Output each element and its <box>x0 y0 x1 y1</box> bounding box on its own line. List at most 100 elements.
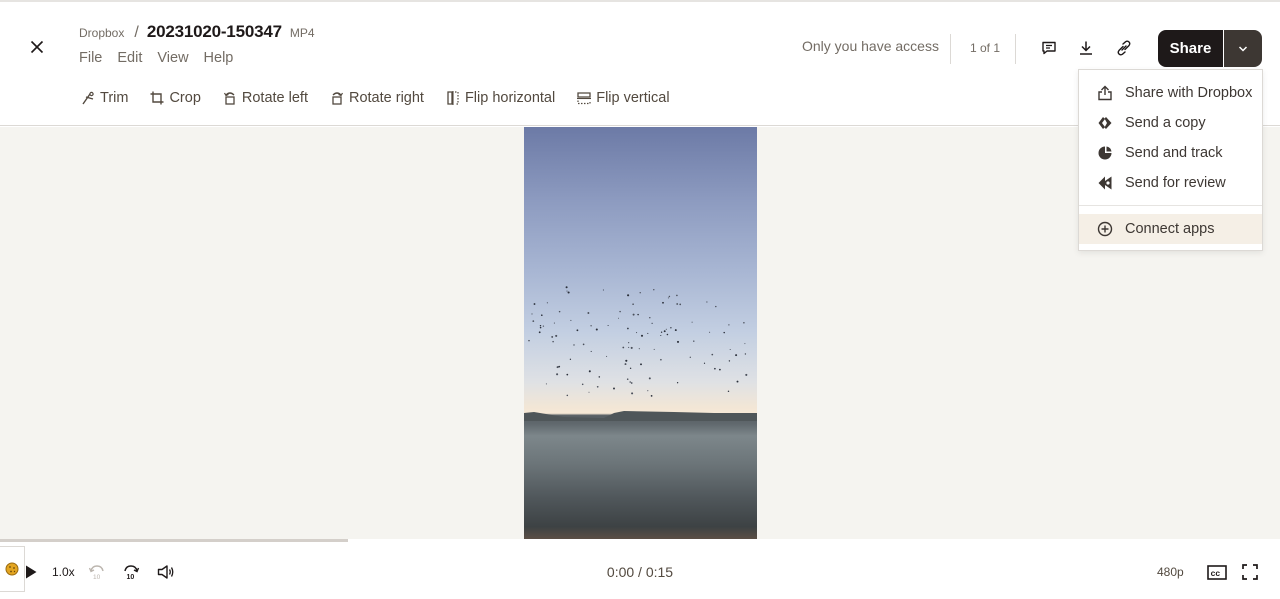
bird <box>625 359 628 362</box>
close-button[interactable] <box>26 36 48 58</box>
bird <box>691 321 693 323</box>
rotate-right-button[interactable]: Rotate right <box>330 90 424 106</box>
bird <box>639 292 641 294</box>
bird <box>703 362 706 364</box>
bird <box>595 328 598 331</box>
menu-item-send-and-track[interactable]: Send and track <box>1079 138 1262 168</box>
video-frame[interactable] <box>524 127 757 539</box>
flip-vertical-button[interactable]: Flip vertical <box>577 90 670 106</box>
bird <box>555 334 558 337</box>
bird <box>637 313 639 316</box>
copy-link-button[interactable] <box>1113 37 1135 59</box>
menu-bar: File Edit View Help <box>79 50 248 66</box>
flip-horizontal-button[interactable]: Flip horizontal <box>446 90 555 106</box>
breadcrumb-root[interactable]: Dropbox <box>79 26 124 40</box>
bird <box>660 334 662 337</box>
bird <box>627 327 629 330</box>
time-display: 0:00 / 0:15 <box>606 564 674 580</box>
close-icon <box>30 40 44 54</box>
file-name[interactable]: 20231020-150347 <box>147 22 282 42</box>
bird <box>631 392 634 395</box>
captions-button[interactable]: cc <box>1206 563 1228 581</box>
share-options-toggle[interactable] <box>1224 30 1262 67</box>
bird <box>590 325 592 327</box>
access-status[interactable]: Only you have access <box>802 38 939 54</box>
bird <box>556 366 559 369</box>
bird <box>636 332 638 334</box>
bird <box>640 363 642 366</box>
menu-help[interactable]: Help <box>204 50 234 66</box>
bird <box>662 301 664 304</box>
bird <box>709 331 711 333</box>
bird <box>539 326 542 329</box>
download-button[interactable] <box>1075 37 1097 59</box>
bird <box>576 329 579 332</box>
bird <box>728 324 730 326</box>
bird <box>628 342 630 344</box>
rotate-left-label: Rotate left <box>241 90 308 106</box>
bird <box>651 322 653 324</box>
bird <box>711 353 714 356</box>
bird <box>689 356 691 358</box>
bird <box>607 324 609 327</box>
svg-text:cc: cc <box>1211 568 1221 578</box>
rotate-left-button[interactable]: Rotate left <box>223 90 308 106</box>
bird <box>676 382 679 384</box>
bird <box>531 313 533 315</box>
bird <box>581 383 584 386</box>
bird <box>736 380 739 383</box>
bird <box>606 355 608 357</box>
menu-item-send-a-copy[interactable]: Send a copy <box>1079 108 1262 138</box>
comment-icon <box>1042 41 1056 55</box>
send-copy-icon <box>1098 117 1112 129</box>
bird <box>715 305 717 308</box>
quality-selector[interactable]: 480p <box>1157 565 1184 579</box>
bird <box>558 365 561 368</box>
bird <box>622 346 625 349</box>
bird <box>744 353 747 355</box>
file-count: 1 of 1 <box>970 41 1001 55</box>
bird <box>628 346 630 348</box>
share-button-group: Share <box>1158 30 1262 67</box>
bird <box>588 391 590 393</box>
fullscreen-button[interactable] <box>1241 563 1259 581</box>
bird <box>545 383 547 385</box>
menu-view[interactable]: View <box>157 50 188 66</box>
bird <box>649 316 651 319</box>
share-dropdown-menu: Share with Dropbox Send a copy Send and … <box>1078 69 1263 251</box>
rotate-right-label: Rotate right <box>348 90 424 106</box>
rotate-right-icon <box>332 92 343 105</box>
player-controls: 1.0x 10 10 0:00 / 0:15 480p cc <box>0 543 1280 599</box>
bird <box>541 314 543 316</box>
bird <box>663 330 666 333</box>
bird <box>727 390 730 393</box>
breadcrumb-separator: / <box>134 24 139 41</box>
crop-button[interactable]: Crop <box>150 90 201 106</box>
bird <box>670 327 672 329</box>
menu-divider <box>1079 205 1262 206</box>
menu-edit[interactable]: Edit <box>117 50 142 66</box>
menu-item-label: Send a copy <box>1125 115 1206 131</box>
trim-button[interactable]: Trim <box>81 90 128 106</box>
menu-item-send-for-review[interactable]: Send for review <box>1079 168 1262 198</box>
bird <box>626 378 629 380</box>
bird <box>567 291 570 294</box>
flip-vertical-icon <box>577 92 592 105</box>
menu-item-connect-apps[interactable]: Connect apps <box>1079 214 1262 244</box>
menu-item-share-with-dropbox[interactable]: Share with Dropbox <box>1079 78 1262 108</box>
download-icon <box>1080 41 1092 55</box>
menu-file[interactable]: File <box>79 50 102 66</box>
bird <box>723 331 725 334</box>
bird <box>588 370 591 373</box>
fullscreen-icon <box>1242 564 1258 580</box>
bird <box>539 324 542 327</box>
comment-button[interactable] <box>1038 37 1060 59</box>
bird <box>590 350 592 352</box>
bird <box>668 295 671 298</box>
share-button[interactable]: Share <box>1158 30 1223 67</box>
link-icon <box>1117 40 1131 56</box>
divider <box>950 34 951 64</box>
bird <box>744 343 746 345</box>
bird <box>647 332 649 334</box>
file-extension: MP4 <box>289 26 315 40</box>
